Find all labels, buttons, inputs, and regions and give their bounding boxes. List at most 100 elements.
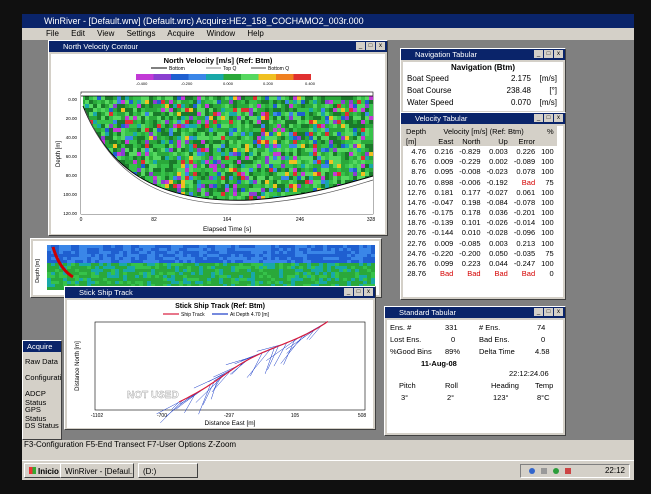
contour-cell	[353, 152, 357, 156]
contour-cell	[141, 108, 145, 112]
contour-cell	[137, 100, 141, 104]
contour-cell	[269, 128, 273, 132]
strip-cell	[287, 248, 291, 251]
maximize-button[interactable]: □	[544, 50, 553, 58]
contour-cell	[169, 108, 173, 112]
strip-cell	[199, 245, 203, 248]
contour-cell	[261, 180, 265, 184]
contour-cell	[329, 120, 333, 124]
close-button[interactable]: x	[554, 50, 563, 58]
contour-cell	[177, 156, 181, 160]
strip-cell	[71, 278, 75, 281]
contour-cell	[345, 152, 349, 156]
taskbar-drive-d[interactable]: (D:)	[138, 463, 198, 478]
start-button[interactable]: Inicio	[24, 463, 64, 478]
contour-cell	[237, 160, 241, 164]
strip-cell	[307, 263, 311, 266]
tray-app-icon[interactable]	[565, 468, 571, 474]
acquire-titlebar[interactable]: Acquire	[23, 341, 61, 352]
strip-cell	[211, 281, 215, 284]
contour-cell	[329, 112, 333, 116]
contour-cell	[357, 152, 361, 156]
strip-cell	[295, 254, 299, 257]
strip-cell	[91, 275, 95, 278]
contour-cell	[89, 116, 93, 120]
taskbar-winriver[interactable]: WinRiver - [Defaul...	[60, 463, 134, 478]
status-bar: F3-Configuration F5-End Transect F7-User…	[22, 440, 634, 460]
close-button[interactable]: x	[364, 288, 373, 296]
close-button[interactable]: x	[554, 308, 563, 316]
strip-cell	[187, 275, 191, 278]
tray-volume-icon[interactable]	[541, 468, 547, 474]
menu-window[interactable]: Window	[207, 29, 235, 38]
acquire-item-ds-status[interactable]: DS Status	[25, 421, 59, 430]
strip-cell	[103, 251, 107, 254]
colorbar-swatch	[241, 74, 259, 80]
menu-help[interactable]: Help	[247, 29, 263, 38]
contour-cell	[217, 96, 221, 100]
contour-cell	[249, 100, 253, 104]
strip-cell	[307, 245, 311, 248]
contour-cell	[253, 172, 257, 176]
standard-titlebar[interactable]: Standard Tabular _ □ x	[385, 307, 565, 318]
strip-cell	[363, 275, 367, 278]
contour-titlebar[interactable]: North Velocity Contour _ □ x	[49, 41, 387, 52]
contour-cell	[225, 140, 229, 144]
strip-cell	[339, 257, 343, 260]
strip-cell	[307, 275, 311, 278]
contour-cell	[133, 152, 137, 156]
contour-cell	[173, 128, 177, 132]
contour-cell	[253, 96, 257, 100]
maximize-button[interactable]: □	[366, 42, 375, 50]
strip-cell	[283, 254, 287, 257]
cell-up: 0.050	[489, 248, 508, 258]
acquire-item-configuration[interactable]: Configuration	[25, 373, 61, 382]
contour-cell	[173, 136, 177, 140]
minimize-button[interactable]: _	[534, 114, 543, 122]
contour-cell	[165, 116, 169, 120]
menu-view[interactable]: View	[97, 29, 114, 38]
contour-cell	[185, 172, 189, 176]
ship-track-svg: Stick Ship Track (Ref: Btm) Ship Track A…	[75, 303, 366, 427]
close-button[interactable]: x	[376, 42, 385, 50]
maximize-button[interactable]: □	[544, 308, 553, 316]
tray-safety-icon[interactable]	[553, 468, 559, 474]
menu-file[interactable]: File	[46, 29, 59, 38]
acquire-item-raw-data[interactable]: Raw Data	[25, 357, 58, 366]
strip-cell	[271, 266, 275, 269]
cell-percent: 75	[545, 177, 554, 187]
close-button[interactable]: x	[554, 114, 563, 122]
contour-cell	[169, 164, 173, 168]
cell-up: 0.036	[489, 208, 508, 218]
minimize-button[interactable]: _	[344, 288, 353, 296]
minimize-button[interactable]: _	[356, 42, 365, 50]
contour-cell	[245, 164, 249, 168]
contour-cell	[221, 120, 225, 124]
ship-track-titlebar[interactable]: Stick Ship Track _ □ x	[65, 287, 375, 298]
strip-cell	[107, 251, 111, 254]
contour-cell	[305, 148, 309, 152]
strip-cell	[123, 263, 127, 266]
contour-cell	[205, 148, 209, 152]
strip-cell	[283, 269, 287, 272]
taskbar-clock[interactable]: 22:12	[605, 466, 625, 475]
tray-network-icon[interactable]	[529, 468, 535, 474]
menu-acquire[interactable]: Acquire	[167, 29, 194, 38]
strip-cell	[83, 275, 87, 278]
strip-cell	[307, 251, 311, 254]
strip-cell	[47, 248, 51, 251]
minimize-button[interactable]: _	[534, 50, 543, 58]
maximize-button[interactable]: □	[354, 288, 363, 296]
menu-settings[interactable]: Settings	[127, 29, 156, 38]
contour-cell	[305, 172, 309, 176]
navigation-titlebar[interactable]: Navigation Tabular _ □ x	[401, 49, 565, 60]
menu-edit[interactable]: Edit	[71, 29, 85, 38]
contour-cell	[209, 120, 213, 124]
velocity-titlebar[interactable]: Velocity Tabular _ □ x	[401, 113, 565, 124]
contour-cell	[273, 124, 277, 128]
maximize-button[interactable]: □	[544, 114, 553, 122]
contour-cell	[145, 128, 149, 132]
contour-cell	[317, 140, 321, 144]
minimize-button[interactable]: _	[534, 308, 543, 316]
contour-cell	[225, 108, 229, 112]
